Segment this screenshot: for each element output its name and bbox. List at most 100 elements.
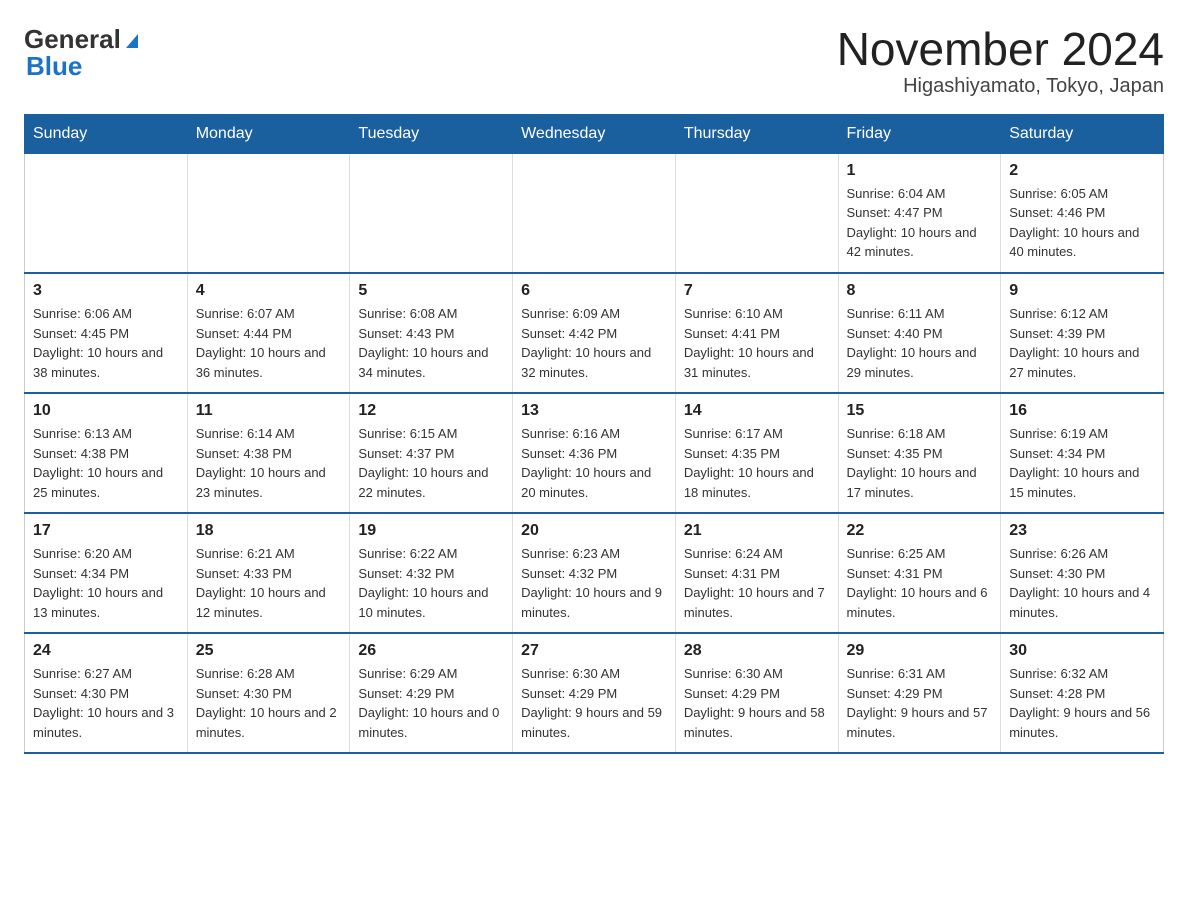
day-info: Sunrise: 6:09 AM Sunset: 4:42 PM Dayligh… — [521, 304, 667, 382]
day-info: Sunrise: 6:24 AM Sunset: 4:31 PM Dayligh… — [684, 544, 830, 622]
calendar-cell: 25Sunrise: 6:28 AM Sunset: 4:30 PM Dayli… — [187, 633, 350, 753]
day-number: 16 — [1009, 402, 1155, 420]
day-number: 21 — [684, 522, 830, 540]
day-number: 24 — [33, 642, 179, 660]
day-number: 15 — [847, 402, 993, 420]
calendar-cell: 6Sunrise: 6:09 AM Sunset: 4:42 PM Daylig… — [513, 273, 676, 393]
day-info: Sunrise: 6:30 AM Sunset: 4:29 PM Dayligh… — [521, 664, 667, 742]
day-number: 23 — [1009, 522, 1155, 540]
calendar-cell: 10 Sunrise: 6:13 AM Sunset: 4:38 PM Dayli… — [25, 393, 188, 513]
weekday-header: Tuesday — [350, 114, 513, 153]
calendar-cell: 21 Sunrise: 6:24 AM Sunset: 4:31 PM Dayli… — [675, 513, 838, 633]
day-number: 1 — [847, 162, 993, 180]
calendar-cell: 12Sunrise: 6:15 AM Sunset: 4:37 PM Dayli… — [350, 393, 513, 513]
day-info: Sunrise: 6:21 AM Sunset: 4:33 PM Dayligh… — [196, 544, 342, 622]
day-number: 27 — [521, 642, 667, 660]
day-info: Sunrise: 6:16 AM Sunset: 4:36 PM Dayligh… — [521, 424, 667, 502]
day-info: Sunrise: 6:06 AM Sunset: 4:45 PM Dayligh… — [33, 304, 179, 382]
day-info: Sunrise: 6:32 AM Sunset: 4:28 PM Dayligh… — [1009, 664, 1155, 742]
day-number: 3 — [33, 282, 179, 300]
calendar-cell: 26Sunrise: 6:29 AM Sunset: 4:29 PM Dayli… — [350, 633, 513, 753]
calendar-cell: 28 Sunrise: 6:30 AM Sunset: 4:29 PM Dayli… — [675, 633, 838, 753]
day-info: Sunrise: 6:10 AM Sunset: 4:41 PM Dayligh… — [684, 304, 830, 382]
day-number: 30 — [1009, 642, 1155, 660]
day-info: Sunrise: 6:22 AM Sunset: 4:32 PM Dayligh… — [358, 544, 504, 622]
calendar-cell: 17 Sunrise: 6:20 AM Sunset: 4:34 PM Dayli… — [25, 513, 188, 633]
day-number: 9 — [1009, 282, 1155, 300]
day-info: Sunrise: 6:04 AM Sunset: 4:47 PM Dayligh… — [847, 184, 993, 262]
calendar-title: November 2024 — [837, 24, 1164, 75]
calendar-cell: 29 Sunrise: 6:31 AM Sunset: 4:29 PM Dayli… — [838, 633, 1001, 753]
day-info: Sunrise: 6:12 AM Sunset: 4:39 PM Dayligh… — [1009, 304, 1155, 382]
day-number: 10 — [33, 402, 179, 420]
calendar-cell: 8 Sunrise: 6:11 AM Sunset: 4:40 PM Daylig… — [838, 273, 1001, 393]
calendar-cell: 3 Sunrise: 6:06 AM Sunset: 4:45 PM Daylig… — [25, 273, 188, 393]
day-info: Sunrise: 6:29 AM Sunset: 4:29 PM Dayligh… — [358, 664, 504, 742]
logo: General Blue — [24, 24, 143, 82]
calendar-cell — [25, 153, 188, 273]
day-number: 13 — [521, 402, 667, 420]
calendar-cell: 27 Sunrise: 6:30 AM Sunset: 4:29 PM Dayli… — [513, 633, 676, 753]
day-number: 19 — [358, 522, 504, 540]
weekday-header: Sunday — [25, 114, 188, 153]
day-number: 18 — [196, 522, 342, 540]
calendar-week-row: 24 Sunrise: 6:27 AM Sunset: 4:30 PM Dayli… — [25, 633, 1164, 753]
day-info: Sunrise: 6:05 AM Sunset: 4:46 PM Dayligh… — [1009, 184, 1155, 262]
day-number: 5 — [358, 282, 504, 300]
logo-triangle-icon — [122, 30, 142, 50]
calendar-cell — [513, 153, 676, 273]
calendar-cell — [187, 153, 350, 273]
calendar-cell — [675, 153, 838, 273]
day-number: 11 — [196, 402, 342, 420]
day-info: Sunrise: 6:20 AM Sunset: 4:34 PM Dayligh… — [33, 544, 179, 622]
day-info: Sunrise: 6:19 AM Sunset: 4:34 PM Dayligh… — [1009, 424, 1155, 502]
calendar-cell: 23 Sunrise: 6:26 AM Sunset: 4:30 PM Dayli… — [1001, 513, 1164, 633]
day-number: 17 — [33, 522, 179, 540]
day-number: 29 — [847, 642, 993, 660]
calendar-cell: 24 Sunrise: 6:27 AM Sunset: 4:30 PM Dayli… — [25, 633, 188, 753]
calendar-cell: 20Sunrise: 6:23 AM Sunset: 4:32 PM Dayli… — [513, 513, 676, 633]
day-info: Sunrise: 6:26 AM Sunset: 4:30 PM Dayligh… — [1009, 544, 1155, 622]
day-number: 22 — [847, 522, 993, 540]
day-info: Sunrise: 6:14 AM Sunset: 4:38 PM Dayligh… — [196, 424, 342, 502]
day-info: Sunrise: 6:07 AM Sunset: 4:44 PM Dayligh… — [196, 304, 342, 382]
day-info: Sunrise: 6:17 AM Sunset: 4:35 PM Dayligh… — [684, 424, 830, 502]
logo-blue: Blue — [24, 51, 82, 82]
weekday-header: Saturday — [1001, 114, 1164, 153]
calendar-cell: 19 Sunrise: 6:22 AM Sunset: 4:32 PM Dayli… — [350, 513, 513, 633]
calendar-cell: 22 Sunrise: 6:25 AM Sunset: 4:31 PM Dayli… — [838, 513, 1001, 633]
calendar-cell: 4 Sunrise: 6:07 AM Sunset: 4:44 PM Daylig… — [187, 273, 350, 393]
day-info: Sunrise: 6:13 AM Sunset: 4:38 PM Dayligh… — [33, 424, 179, 502]
calendar-cell: 7Sunrise: 6:10 AM Sunset: 4:41 PM Daylig… — [675, 273, 838, 393]
calendar-cell: 9 Sunrise: 6:12 AM Sunset: 4:39 PM Daylig… — [1001, 273, 1164, 393]
day-info: Sunrise: 6:28 AM Sunset: 4:30 PM Dayligh… — [196, 664, 342, 742]
calendar-week-row: 10 Sunrise: 6:13 AM Sunset: 4:38 PM Dayli… — [25, 393, 1164, 513]
weekday-header: Wednesday — [513, 114, 676, 153]
day-number: 4 — [196, 282, 342, 300]
day-number: 28 — [684, 642, 830, 660]
weekday-header: Thursday — [675, 114, 838, 153]
page-header: General Blue November 2024 Higashiyamato… — [24, 24, 1164, 98]
calendar-cell: 1 Sunrise: 6:04 AM Sunset: 4:47 PM Daylig… — [838, 153, 1001, 273]
day-number: 12 — [358, 402, 504, 420]
day-info: Sunrise: 6:30 AM Sunset: 4:29 PM Dayligh… — [684, 664, 830, 742]
day-info: Sunrise: 6:31 AM Sunset: 4:29 PM Dayligh… — [847, 664, 993, 742]
calendar-cell — [350, 153, 513, 273]
calendar-cell: 30 Sunrise: 6:32 AM Sunset: 4:28 PM Dayli… — [1001, 633, 1164, 753]
day-number: 8 — [847, 282, 993, 300]
calendar-week-row: 17 Sunrise: 6:20 AM Sunset: 4:34 PM Dayli… — [25, 513, 1164, 633]
weekday-header: Monday — [187, 114, 350, 153]
calendar-week-row: 1 Sunrise: 6:04 AM Sunset: 4:47 PM Daylig… — [25, 153, 1164, 273]
day-number: 2 — [1009, 162, 1155, 180]
day-info: Sunrise: 6:23 AM Sunset: 4:32 PM Dayligh… — [521, 544, 667, 622]
day-info: Sunrise: 6:11 AM Sunset: 4:40 PM Dayligh… — [847, 304, 993, 382]
day-info: Sunrise: 6:25 AM Sunset: 4:31 PM Dayligh… — [847, 544, 993, 622]
calendar-subtitle: Higashiyamato, Tokyo, Japan — [837, 75, 1164, 98]
calendar-cell: 15Sunrise: 6:18 AM Sunset: 4:35 PM Dayli… — [838, 393, 1001, 513]
calendar-week-row: 3 Sunrise: 6:06 AM Sunset: 4:45 PM Daylig… — [25, 273, 1164, 393]
calendar-cell: 16 Sunrise: 6:19 AM Sunset: 4:34 PM Dayli… — [1001, 393, 1164, 513]
weekday-header: Friday — [838, 114, 1001, 153]
day-info: Sunrise: 6:08 AM Sunset: 4:43 PM Dayligh… — [358, 304, 504, 382]
day-info: Sunrise: 6:27 AM Sunset: 4:30 PM Dayligh… — [33, 664, 179, 742]
calendar-table: SundayMondayTuesdayWednesdayThursdayFrid… — [24, 114, 1164, 755]
